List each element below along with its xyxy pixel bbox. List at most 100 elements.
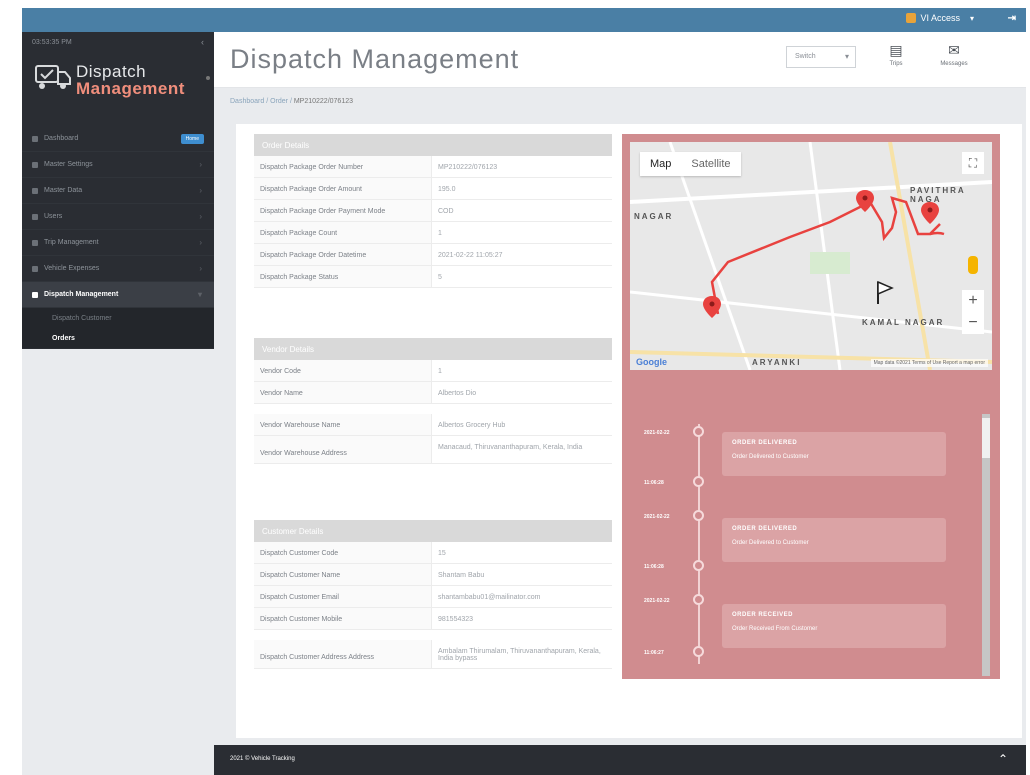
field-label: Dispatch Customer Email [254, 586, 432, 607]
sidebar-item-dispatch-management[interactable]: Dispatch Management ▾ [22, 282, 214, 308]
page-title: Dispatch Management [230, 44, 520, 74]
field-value: COD [438, 208, 454, 215]
sidebar-item-master-settings[interactable]: Master Settings › [22, 152, 214, 178]
field-value: shantambabu01@mailinator.com [438, 594, 541, 601]
vendor-details-section: Vendor Details Vendor Code 1 Vendor Name A… [254, 338, 612, 464]
event-description: Order Delivered to Customer [732, 540, 809, 546]
scroll-top-icon[interactable]: ⌃ [998, 752, 1008, 766]
field-label: Vendor Warehouse Address [254, 436, 432, 463]
timeline-event: ORDER RECEIVED Order Received From Custo… [722, 604, 946, 648]
chevron-right-icon: › [199, 186, 202, 195]
sidebar: 03:53:35 PM ‹ Dispatch Management Dashbo… [22, 32, 214, 349]
home-badge: Home [180, 133, 204, 144]
route-map[interactable]: PAVITHRA NAGA NAGAR KAMAL NAGAR ARYANKI … [630, 142, 992, 370]
logo-subtitle: Management [76, 79, 185, 98]
field-label: Vendor Code [254, 360, 432, 381]
field-value: Albertos Dio [438, 390, 477, 397]
customer-details-section: Customer Details Dispatch Customer Code 1… [254, 520, 612, 669]
field-label: Dispatch Package Order Payment Mode [254, 200, 432, 221]
collapse-icon[interactable]: ‹ [201, 37, 204, 47]
field-label: Dispatch Package Status [254, 266, 432, 287]
event-title: ORDER DELIVERED [732, 526, 798, 532]
timeline-time: 11:06:28 [644, 564, 664, 570]
dashboard-icon [32, 135, 38, 142]
sidebar-subitem-orders[interactable]: Orders [22, 328, 214, 348]
field-label: Dispatch Customer Mobile [254, 608, 432, 629]
trip-icon [32, 239, 38, 246]
map-area-label: ARYANKI [752, 358, 802, 367]
tab-satellite[interactable]: Satellite [681, 152, 740, 176]
fullscreen-icon[interactable]: ⛶ [962, 152, 984, 174]
timeline-event: ORDER DELIVERED Order Delivered to Custo… [722, 432, 946, 476]
timeline-date: 2021-02-22 [644, 430, 670, 436]
sidebar-item-label: Master Data [44, 187, 83, 194]
timeline-dot [693, 646, 704, 657]
field-value: 5 [438, 274, 442, 281]
timeline-dot [693, 594, 704, 605]
field-value: MP210222/076123 [438, 164, 498, 171]
timeline-dot [693, 510, 704, 521]
timeline-dot [693, 560, 704, 571]
app-logo: Dispatch Management [30, 56, 210, 102]
timeline-dot [693, 476, 704, 487]
order-details-section: Order Details Dispatch Package Order Num… [254, 134, 612, 288]
sidebar-item-label: Trip Management [44, 239, 99, 246]
map-area-label: PAVITHRA NAGA [910, 186, 966, 204]
sidebar-item-dashboard[interactable]: Dashboard Home [22, 126, 214, 152]
table-row: Dispatch Customer Code 15 [254, 542, 612, 564]
settings-icon [32, 161, 38, 168]
section-heading: Order Details [254, 134, 612, 156]
timeline-event: ORDER DELIVERED Order Delivered to Custo… [722, 518, 946, 562]
field-value: 2021-02-22 11:05:27 [438, 252, 503, 259]
event-title: ORDER DELIVERED [732, 440, 798, 446]
field-value: 195.0 [438, 186, 456, 193]
user-menu[interactable]: VI Access ▾ [906, 13, 974, 23]
breadcrumb-order[interactable]: Order [270, 98, 288, 105]
messages-button[interactable]: ✉ Messages [934, 42, 974, 67]
map-area-label: NAGAR [634, 212, 674, 221]
timeline-line [698, 424, 700, 664]
clock-text: 03:53:35 PM [32, 39, 72, 46]
breadcrumb-home[interactable]: Dashboard [230, 98, 264, 105]
sidebar-item-master-data[interactable]: Master Data › [22, 178, 214, 204]
table-row: Dispatch Package Order Number MP210222/07… [254, 156, 612, 178]
pegman-icon[interactable] [968, 256, 978, 274]
sidebar-item-users[interactable]: Users › [22, 204, 214, 230]
app-window: VI Access ▾ ⇥ 03:53:35 PM ‹ Dispatch Man… [22, 8, 1026, 775]
field-label: Vendor Warehouse Name [254, 414, 432, 435]
messages-icon: ✉ [948, 42, 960, 58]
map-type-tabs: Map Satellite [640, 152, 741, 176]
sidebar-subitem-dispatch-customer[interactable]: Dispatch Customer [22, 308, 214, 328]
switch-select[interactable]: Switch ▾ [786, 46, 856, 68]
chevron-right-icon: › [199, 238, 202, 247]
sidebar-item-trip-management[interactable]: Trip Management › [22, 230, 214, 256]
timeline-date: 2021-02-22 [644, 598, 670, 604]
breadcrumb: Dashboard / Order / MP210222/076123 [230, 98, 353, 105]
sidebar-item-label: Dashboard [44, 135, 79, 142]
zoom-out-button[interactable]: − [962, 312, 984, 334]
sidebar-item-label: Master Settings [44, 161, 93, 168]
trips-icon: ▤ [889, 42, 903, 58]
section-heading: Vendor Details [254, 338, 612, 360]
event-description: Order Received From Customer [732, 626, 818, 632]
trips-button[interactable]: ▤ Trips [876, 42, 916, 67]
tab-map[interactable]: Map [640, 152, 681, 176]
chevron-down-icon: ▾ [197, 290, 202, 299]
scrollbar-thumb[interactable] [982, 418, 990, 458]
sidebar-nav: Dashboard Home Master Settings › Master … [22, 126, 214, 348]
event-description: Order Delivered to Customer [732, 454, 809, 460]
field-value: 15 [438, 550, 446, 557]
field-label: Dispatch Package Order Datetime [254, 244, 432, 265]
page-header: Dispatch Management Switch ▾ ▤ Trips ✉ M… [214, 32, 1026, 88]
map-attribution[interactable]: Map data ©2021 Terms of Use Report a map… [870, 359, 988, 367]
table-row: Vendor Warehouse Name Albertos Grocery Hu… [254, 414, 612, 436]
sidebar-item-vehicle-expenses[interactable]: Vehicle Expenses › [22, 256, 214, 282]
field-label: Vendor Name [254, 382, 432, 403]
timeline-date: 2021-02-22 [644, 514, 670, 520]
logout-icon[interactable]: ⇥ [1008, 13, 1016, 24]
notification-icon[interactable] [906, 13, 917, 23]
chevron-right-icon: › [199, 212, 202, 221]
zoom-in-button[interactable]: + [962, 290, 984, 312]
